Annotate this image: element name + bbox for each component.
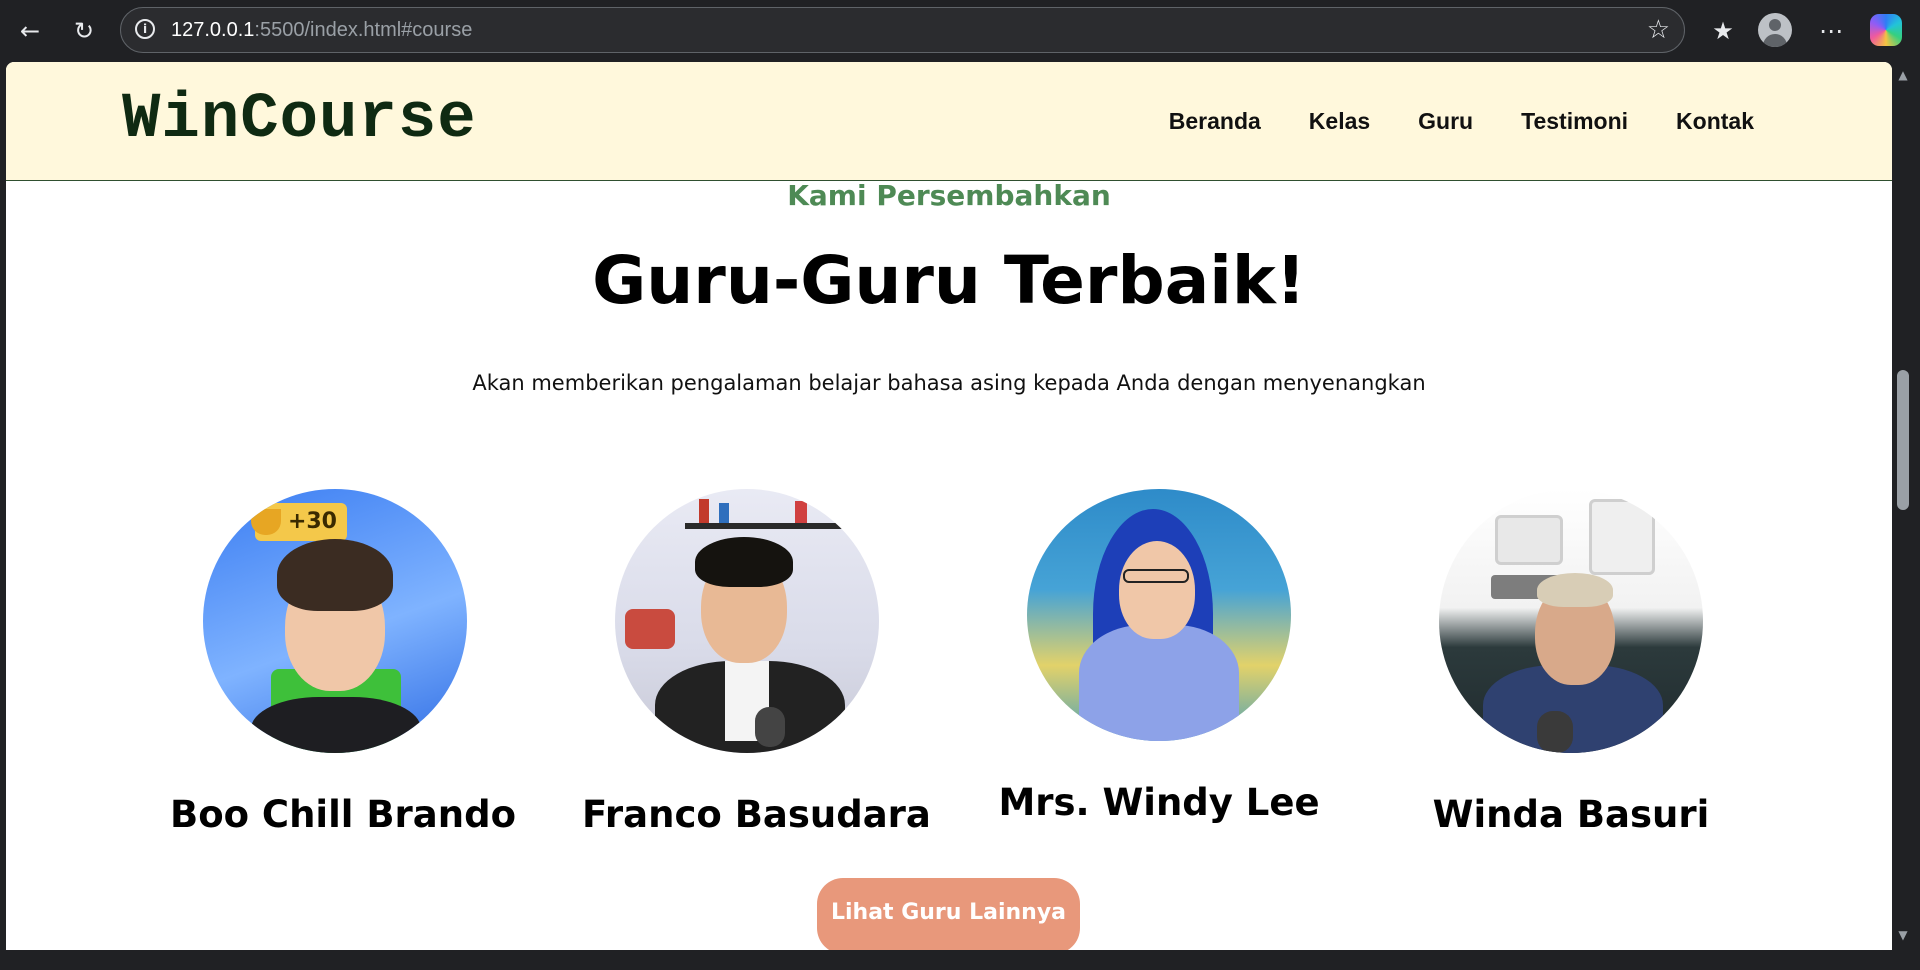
teacher-card: Mrs. Windy Lee [994, 489, 1324, 824]
teacher-photo [615, 489, 879, 753]
scroll-up-arrow-icon[interactable]: ▲ [1895, 68, 1911, 82]
scroll-down-arrow-icon[interactable]: ▼ [1895, 928, 1911, 942]
site-navbar: WinCourse Beranda Kelas Guru Testimoni K… [6, 62, 1892, 181]
more-menu-icon[interactable]: ⋯ [1812, 12, 1850, 50]
site-info-icon[interactable]: i [135, 19, 155, 39]
favorites-icon[interactable]: ★ [1704, 12, 1742, 50]
vertical-scrollbar[interactable]: ▲ ▼ [1892, 62, 1920, 950]
section-subtitle: Akan memberikan pengalaman belajar bahas… [472, 371, 1426, 395]
back-arrow-icon[interactable]: ← [12, 13, 48, 49]
section-kicker: Kami Persembahkan [787, 179, 1111, 212]
section-headline: Guru-Guru Terbaik! [592, 242, 1306, 319]
menu-item-kelas[interactable]: Kelas [1309, 108, 1370, 135]
site-logo[interactable]: WinCourse [122, 84, 477, 156]
reload-icon[interactable]: ↻ [66, 13, 102, 49]
page-viewport: WinCourse Beranda Kelas Guru Testimoni K… [6, 62, 1892, 950]
window-bottom-edge [0, 950, 1920, 970]
teacher-name: Boo Chill Brando [170, 793, 517, 836]
bookmark-star-icon[interactable]: ☆ [1647, 15, 1670, 45]
menu-item-beranda[interactable]: Beranda [1169, 108, 1261, 135]
teacher-photo: +30 [203, 489, 467, 753]
copilot-icon[interactable] [1870, 14, 1902, 46]
teacher-photo [1027, 489, 1291, 741]
url-text[interactable]: 127.0.0.1:5500/index.html#course [171, 19, 472, 42]
profile-avatar[interactable] [1758, 13, 1792, 47]
url-host: 127.0.0.1 [171, 19, 255, 41]
teacher-card: Winda Basuri [1406, 489, 1736, 836]
teacher-card: +30 Boo Chill Brando [170, 489, 517, 836]
teacher-card: Franco Basudara [582, 489, 931, 836]
menu-item-guru[interactable]: Guru [1418, 108, 1473, 135]
teacher-name: Mrs. Windy Lee [998, 781, 1320, 824]
teacher-name: Franco Basudara [582, 793, 931, 836]
scrollbar-thumb[interactable] [1897, 370, 1909, 510]
menu-item-testimoni[interactable]: Testimoni [1521, 108, 1628, 135]
menu-item-kontak[interactable]: Kontak [1676, 108, 1754, 135]
see-more-teachers-button[interactable]: Lihat Guru Lainnya [817, 878, 1080, 950]
teacher-photo [1439, 489, 1703, 753]
address-bar[interactable]: i 127.0.0.1:5500/index.html#course ☆ [120, 7, 1685, 53]
browser-toolbar: ← ↻ i 127.0.0.1:5500/index.html#course ☆… [0, 0, 1920, 62]
teacher-name: Winda Basuri [1432, 793, 1710, 836]
main-menu: Beranda Kelas Guru Testimoni Kontak [1169, 108, 1754, 135]
trophy-icon [251, 509, 281, 535]
url-path: :5500/index.html#course [254, 19, 473, 41]
